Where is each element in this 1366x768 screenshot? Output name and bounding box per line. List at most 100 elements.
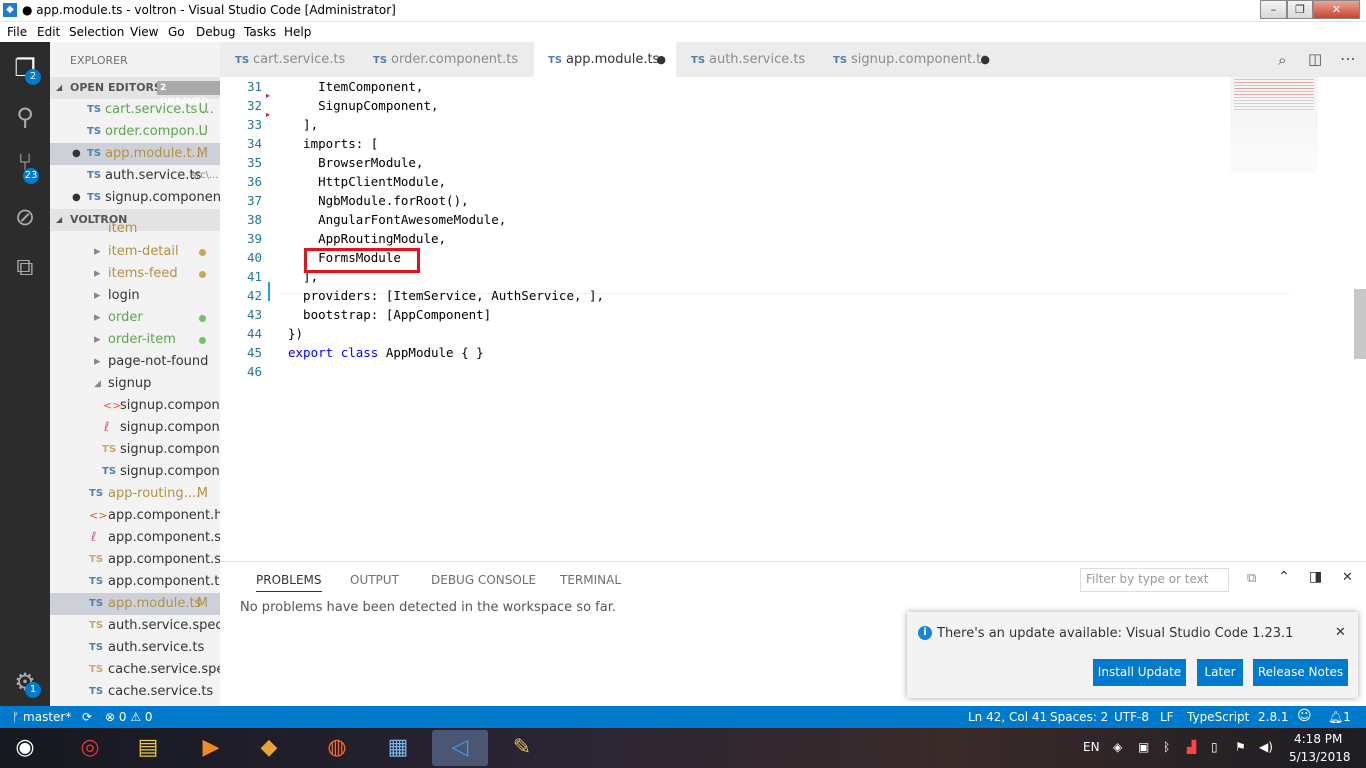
- install-update-button[interactable]: Install Update: [1093, 659, 1186, 686]
- vscode-taskbar-icon[interactable]: ◁: [432, 730, 488, 766]
- feedback-smiley-icon[interactable]: ☺: [1297, 708, 1312, 724]
- minimap[interactable]: [1230, 77, 1318, 172]
- tab-debug-console[interactable]: DEBUG CONSOLE: [431, 573, 536, 587]
- tray-device-icon[interactable]: ▯: [1211, 740, 1218, 754]
- file-item[interactable]: TS app-routing.... M: [50, 483, 220, 505]
- clock-time[interactable]: 4:18 PM: [1294, 732, 1342, 746]
- open-editor-item[interactable]: TS auth.service.ts src\...: [50, 165, 220, 187]
- code-line[interactable]: providers: [ItemService, AuthService, ],: [288, 286, 604, 305]
- code-line[interactable]: SignupComponent,: [288, 96, 438, 115]
- file-item[interactable]: TS auth.service.ts: [50, 637, 220, 659]
- tray-network-icon[interactable]: ◈: [1113, 740, 1122, 754]
- code-editor[interactable]: ▸ ▸ 31 ItemComponent, 32 SignupComponent,…: [220, 77, 1366, 561]
- folder-item[interactable]: item: [50, 220, 220, 238]
- file-item[interactable]: <> app.component.h...: [50, 505, 220, 527]
- open-editor-item[interactable]: ● TS app.module.t... M: [50, 143, 220, 165]
- close-notification-icon[interactable]: ✕: [1335, 625, 1346, 640]
- ts-version[interactable]: 2.8.1: [1258, 710, 1289, 724]
- open-editors-section[interactable]: ◢ OPEN EDITORS 2 UNSAVED: [50, 77, 220, 107]
- tab-app-module[interactable]: TS app.module.ts ●: [534, 42, 676, 77]
- close-window-button[interactable]: ✕: [1313, 0, 1360, 19]
- file-item[interactable]: TS signup.compon...: [50, 439, 220, 461]
- folder-item[interactable]: ▸ item-detail: [50, 241, 220, 263]
- firefox-icon[interactable]: ◍: [309, 730, 365, 766]
- code-line[interactable]: NgbModule.forRoot(),: [288, 191, 469, 210]
- git-kraken-icon[interactable]: ◆: [241, 730, 297, 766]
- split-editor-icon[interactable]: ◫: [1308, 50, 1322, 68]
- menu-file[interactable]: File: [7, 25, 27, 39]
- file-item[interactable]: TS auth.service.spec.ts: [50, 615, 220, 637]
- file-item[interactable]: <> signup.compon...: [50, 395, 220, 417]
- language-indicator[interactable]: EN: [1083, 740, 1100, 754]
- language-mode[interactable]: TypeScript: [1187, 710, 1249, 724]
- file-item[interactable]: TS app.component.s...: [50, 549, 220, 571]
- release-notes-button[interactable]: Release Notes: [1253, 659, 1348, 686]
- tab-terminal[interactable]: TERMINAL: [560, 573, 621, 587]
- collapse-all-icon[interactable]: ⧉: [1247, 571, 1256, 586]
- tab-output[interactable]: OUTPUT: [350, 573, 399, 587]
- folder-item[interactable]: ◢ signup: [50, 373, 220, 395]
- vertical-scrollbar[interactable]: [1354, 289, 1366, 359]
- tray-app-icon[interactable]: ▣: [1138, 740, 1149, 754]
- later-button[interactable]: Later: [1197, 659, 1243, 686]
- code-line[interactable]: HttpClientModule,: [288, 172, 446, 191]
- chevron-up-icon[interactable]: ⌃: [1278, 569, 1290, 585]
- code-line[interactable]: BrowserModule,: [288, 153, 423, 172]
- menu-tasks[interactable]: Tasks: [244, 25, 276, 39]
- file-item[interactable]: ℓ signup.compon...: [50, 417, 220, 439]
- start-button-icon[interactable]: ◉: [0, 730, 50, 766]
- file-item[interactable]: ℓ app.component.sa...: [50, 527, 220, 549]
- menu-help[interactable]: Help: [284, 25, 311, 39]
- toggle-panel-icon[interactable]: ◨: [1309, 569, 1322, 585]
- tab-signup-component[interactable]: TS signup.component.ts ●: [818, 42, 1000, 77]
- signal-icon[interactable]: ▟: [1187, 740, 1196, 754]
- open-changes-icon[interactable]: ⌕: [1278, 51, 1286, 69]
- folder-item[interactable]: ▸ page-not-found: [50, 351, 220, 373]
- indentation[interactable]: Spaces: 2: [1050, 710, 1108, 724]
- menu-selection[interactable]: Selection: [69, 25, 124, 39]
- tab-cart-service[interactable]: TS cart.service.ts: [220, 42, 358, 77]
- line-ending[interactable]: LF: [1160, 710, 1174, 724]
- file-item[interactable]: TS cache.service.spec...: [50, 659, 220, 681]
- code-line[interactable]: AngularFontAwesomeModule,: [288, 210, 506, 229]
- clock-date[interactable]: 5/13/2018: [1289, 750, 1351, 764]
- menu-debug[interactable]: Debug: [196, 25, 235, 39]
- maximize-button[interactable]: ❐: [1287, 0, 1313, 19]
- chrome-icon[interactable]: ◎: [62, 730, 118, 766]
- code-line[interactable]: imports: [: [288, 134, 378, 153]
- code-line[interactable]: bootstrap: [AppComponent]: [288, 305, 491, 324]
- code-line[interactable]: ItemComponent,: [288, 77, 423, 96]
- folder-item[interactable]: ▸ login: [50, 285, 220, 307]
- extensions-icon[interactable]: ⧉: [9, 251, 41, 283]
- tab-order-component[interactable]: TS order.component.ts: [358, 42, 534, 77]
- menu-go[interactable]: Go: [168, 25, 185, 39]
- git-branch[interactable]: ᚠ master*: [12, 710, 71, 724]
- volume-icon[interactable]: ◀): [1259, 740, 1273, 754]
- code-line[interactable]: export class AppModule { }: [288, 343, 484, 362]
- unsaved-dot-icon[interactable]: ●: [656, 42, 666, 77]
- debug-icon[interactable]: ⊘: [9, 201, 41, 233]
- notifications[interactable]: 🔔︎1: [1328, 710, 1351, 724]
- search-icon[interactable]: ⚲: [9, 101, 41, 133]
- open-editor-item[interactable]: TS order.compon... U: [50, 121, 220, 143]
- remote-desktop-icon[interactable]: ▦: [370, 730, 426, 766]
- bluetooth-icon[interactable]: ᛒ: [1163, 740, 1170, 754]
- folder-item[interactable]: ▸ items-feed: [50, 263, 220, 285]
- paint-icon[interactable]: ✎: [494, 730, 550, 766]
- more-actions-icon[interactable]: ⋯: [1340, 49, 1356, 68]
- code-line[interactable]: }): [288, 324, 303, 343]
- tab-problems[interactable]: PROBLEMS: [256, 573, 322, 592]
- folder-item[interactable]: ▸ order-item: [50, 329, 220, 351]
- sync-icon[interactable]: ⟳: [82, 710, 92, 724]
- encoding[interactable]: UTF-8: [1114, 710, 1149, 724]
- code-line[interactable]: AppRoutingModule,: [288, 229, 446, 248]
- folder-item[interactable]: ▸ order: [50, 307, 220, 329]
- open-editor-item[interactable]: ● TS signup.componen...: [50, 187, 220, 209]
- file-item[interactable]: TS cache.service.ts: [50, 681, 220, 703]
- file-explorer-icon[interactable]: ▤: [120, 730, 176, 766]
- action-center-flag-icon[interactable]: ⚑: [1235, 740, 1246, 754]
- file-item[interactable]: TS signup.compon...: [50, 461, 220, 483]
- cursor-position[interactable]: Ln 42, Col 41: [968, 710, 1047, 724]
- unsaved-dot-icon[interactable]: ●: [980, 42, 990, 77]
- tab-auth-service[interactable]: TS auth.service.ts: [676, 42, 818, 77]
